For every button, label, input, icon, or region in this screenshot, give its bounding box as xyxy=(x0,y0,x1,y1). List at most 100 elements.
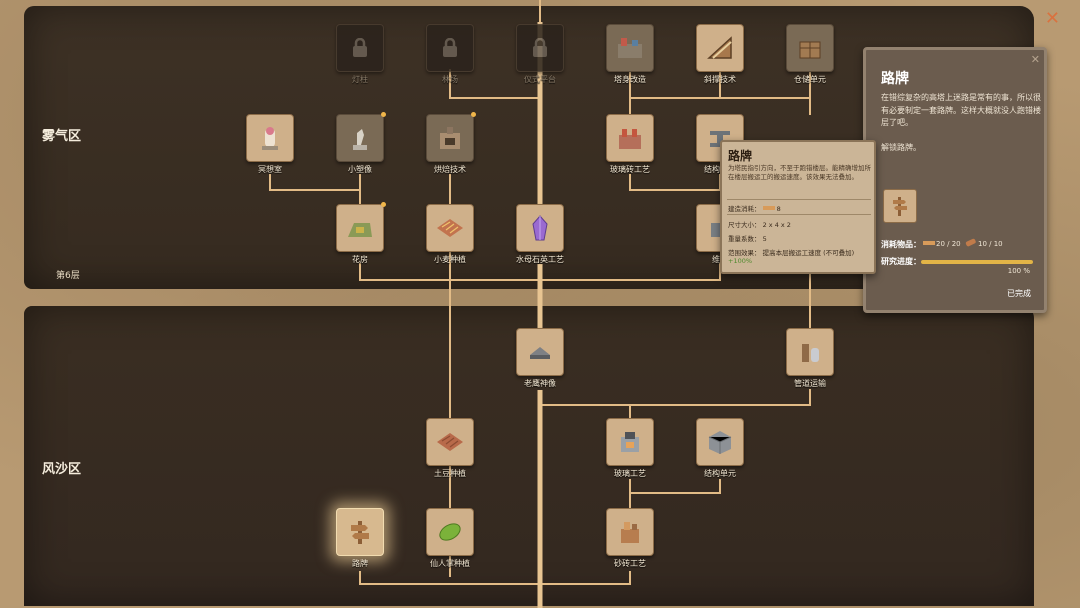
log-icon xyxy=(965,238,976,247)
node-label: 水母石英工艺 xyxy=(516,255,564,264)
node-pipe-transport[interactable] xyxy=(786,328,834,376)
node-wheat-farm[interactable] xyxy=(426,204,474,252)
node-label: 小塑像 xyxy=(348,165,372,174)
node-ritual-platform[interactable] xyxy=(516,24,564,72)
node-lamppost[interactable] xyxy=(336,24,384,72)
tooltip-cost-row: 建造消耗： 8 xyxy=(728,203,781,213)
sandbrick-icon xyxy=(621,522,639,543)
node-signpost[interactable] xyxy=(336,508,384,556)
research-tree-screen: 雾气区 风沙区 第6层 灯柱 林场 仪式平台 塔身改造 斜撑技术 仓储单元 冥想… xyxy=(0,0,1080,608)
cube-icon xyxy=(708,431,732,454)
tooltip-size-value: 2 x 4 x 2 xyxy=(762,221,791,229)
meditation-icon xyxy=(262,127,278,150)
node-ramp-tech[interactable] xyxy=(696,24,744,72)
tooltip-weight-label: 重量系数： xyxy=(728,235,761,243)
node-label: 管道运输 xyxy=(794,379,826,388)
tooltip-title: 路牌 xyxy=(728,149,753,163)
node-greenhouse[interactable] xyxy=(336,204,384,252)
node-label: 仓储单元 xyxy=(794,75,826,84)
node-crystal-craft[interactable] xyxy=(516,204,564,252)
tower-remodel-icon xyxy=(618,38,642,58)
node-label: 仙人掌种植 xyxy=(430,559,470,568)
detail-unlock: 解锁路牌。 xyxy=(881,143,921,152)
glass-kiln-icon xyxy=(621,432,639,452)
crystal-icon xyxy=(532,215,548,241)
divider xyxy=(727,199,871,200)
statue-icon xyxy=(353,129,367,150)
tooltip-range-value: 提高本层搬运工速度 (不可叠加) xyxy=(762,249,855,257)
node-potato-farm[interactable] xyxy=(426,418,474,466)
new-indicator-dot xyxy=(471,112,476,117)
storage-icon xyxy=(799,41,821,59)
node-label: 玻璃工艺 xyxy=(614,469,646,478)
cost-value-log: 10 / 10 xyxy=(978,240,1003,248)
node-glass-brick[interactable] xyxy=(606,114,654,162)
node-label: 小麦种植 xyxy=(434,255,466,264)
detail-title: 路牌 xyxy=(881,71,909,87)
tooltip-range-row: 范围效果： 提高本层搬运工速度 (不可叠加) +100% xyxy=(728,247,874,265)
node-meditation-room[interactable] xyxy=(246,114,294,162)
close-icon[interactable]: ✕ xyxy=(1045,8,1060,29)
signpost-icon xyxy=(883,189,917,223)
node-label: 花房 xyxy=(352,255,368,264)
node-glass-craft[interactable] xyxy=(606,418,654,466)
potato-field-icon xyxy=(437,433,463,451)
tooltip-range-bonus: +100% xyxy=(728,257,753,265)
wheat-field-icon xyxy=(437,219,463,237)
node-label: 仪式平台 xyxy=(524,75,556,84)
greenhouse-icon xyxy=(348,223,372,237)
divider xyxy=(727,214,871,215)
tooltip-weight-row: 重量系数： 5 xyxy=(728,233,767,243)
node-small-statue[interactable] xyxy=(336,114,384,162)
zone-label-sandstorm: 风沙区 xyxy=(42,462,82,477)
status-completed: 已完成 xyxy=(1007,289,1031,298)
node-label: 结构单元 xyxy=(704,469,736,478)
oven-icon xyxy=(440,127,460,149)
tooltip-size-label: 尺寸大小： xyxy=(728,221,761,229)
tooltip-weight-value: 5 xyxy=(762,235,767,243)
detail-description: 在错综复杂的高塔上迷路是常有的事，所以很有必要制定一套路牌。这样大概就没人跑错楼… xyxy=(881,93,1041,127)
node-label: 土豆种植 xyxy=(434,469,466,478)
zone-label-mist: 雾气区 xyxy=(42,129,82,144)
research-detail-panel: ✕ 路牌 在错综复杂的高塔上迷路是常有的事，所以很有必要制定一套路牌。这样大概就… xyxy=(863,47,1047,313)
progress-text: 100 % xyxy=(1007,267,1030,275)
building-tooltip: 路牌 为塔民指引方向，不至于跑错楼层。能精确增加所在楼层搬运工的搬运速度。该效果… xyxy=(720,140,876,274)
node-label: 塔身改造 xyxy=(614,75,646,84)
lock-icon xyxy=(353,38,367,57)
node-label: 林场 xyxy=(442,75,458,84)
lock-icon xyxy=(533,38,547,57)
node-label: 斜撑技术 xyxy=(704,75,736,84)
node-label: 老鹰神像 xyxy=(524,379,556,388)
node-tower-remodel[interactable] xyxy=(606,24,654,72)
node-structure-unit[interactable] xyxy=(696,418,744,466)
plank-icon xyxy=(923,241,935,245)
node-label: 冥想室 xyxy=(258,165,282,174)
node-storage-unit[interactable] xyxy=(786,24,834,72)
tooltip-cost-label: 建造消耗： xyxy=(728,205,761,213)
tooltip-cost-value: 8 xyxy=(776,205,781,213)
research-progress-bar xyxy=(921,260,1033,264)
node-cactus-farm[interactable] xyxy=(426,508,474,556)
lock-icon xyxy=(443,38,457,57)
node-sandbrick-craft[interactable] xyxy=(606,508,654,556)
cactus-icon xyxy=(439,523,461,541)
cost-value-plank: 20 / 20 xyxy=(936,240,961,248)
plank-icon xyxy=(762,206,775,210)
eagle-statue-icon xyxy=(530,347,550,359)
tooltip-description: 为塔民指引方向，不至于跑错楼层。能精确增加所在楼层搬运工的搬运速度。该效果无法叠… xyxy=(728,164,871,181)
node-label: 砂砖工艺 xyxy=(614,559,646,568)
signpost-icon xyxy=(351,521,369,544)
research-progress-fill xyxy=(921,260,1033,264)
tooltip-size-row: 尺寸大小： 2 x 4 x 2 xyxy=(728,219,791,229)
progress-label: 研究进度： xyxy=(881,257,921,266)
new-indicator-dot xyxy=(381,202,386,207)
node-label: 灯柱 xyxy=(352,75,368,84)
ramp-icon xyxy=(707,36,732,59)
close-panel-icon[interactable]: ✕ xyxy=(1031,53,1040,66)
pipe-icon xyxy=(802,344,819,362)
node-baking-tech[interactable] xyxy=(426,114,474,162)
node-lumberyard[interactable] xyxy=(426,24,474,72)
node-eagle-statue[interactable] xyxy=(516,328,564,376)
node-label: 路牌 xyxy=(352,559,368,568)
tooltip-range-label: 范围效果： xyxy=(728,249,761,257)
